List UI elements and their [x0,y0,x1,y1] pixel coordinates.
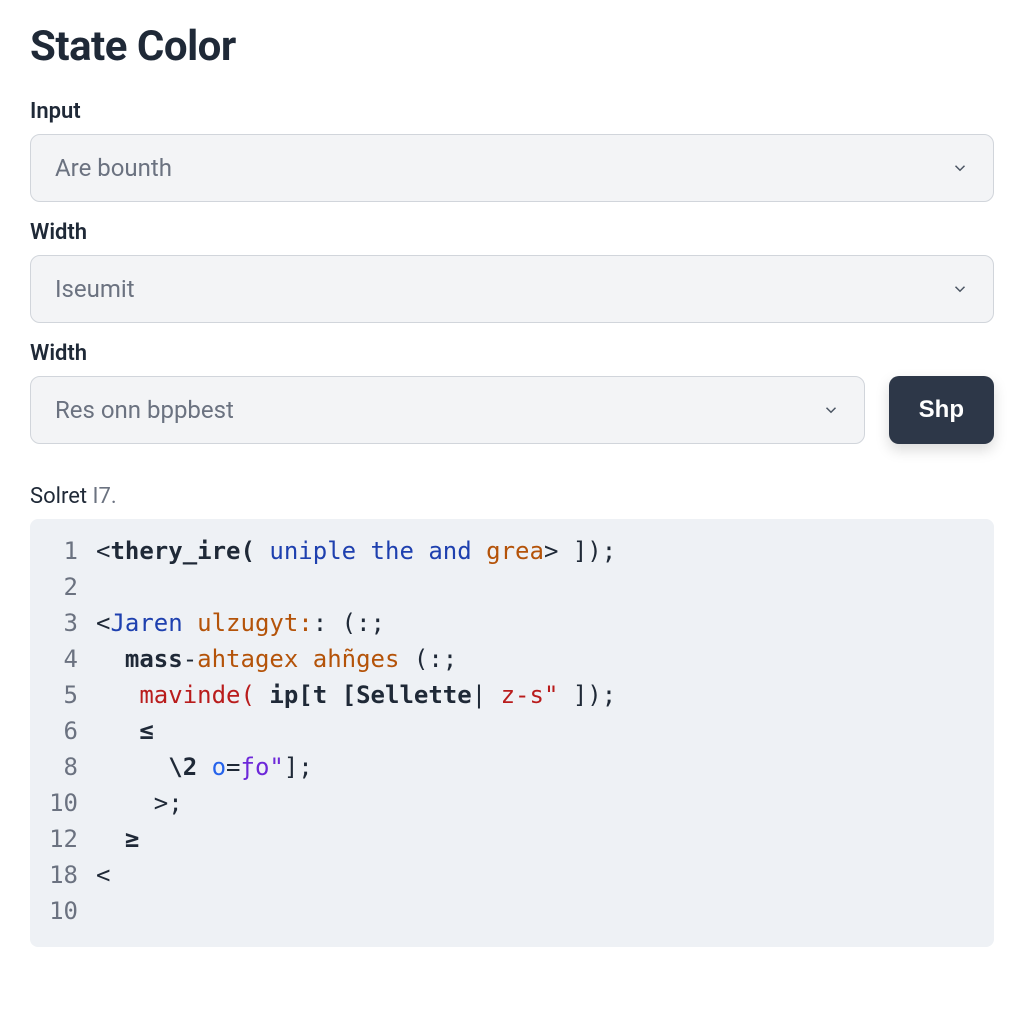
code-line: 2 [48,569,976,605]
chevron-down-icon [951,280,969,298]
code-content: < [96,857,110,893]
code-line: 10 [48,893,976,929]
width2-label: Width [30,341,994,366]
code-line: 6 ≤ [48,713,976,749]
code-content: ≤ [96,713,154,749]
width1-select[interactable]: Iseumit [30,255,994,323]
line-number: 2 [48,569,96,605]
code-content: mavinde( ip[t [Sellette| z-s" ]); [96,677,616,713]
line-number: 4 [48,641,96,677]
width1-label: Width [30,220,994,245]
line-number: 18 [48,857,96,893]
code-line: 18< [48,857,976,893]
code-line: 3<Jaren ulzugyt:: (:; [48,605,976,641]
shp-button[interactable]: Shp [889,376,994,444]
input-label: Input [30,99,994,124]
code-content: <Jaren ulzugyt:: (:; [96,605,385,641]
line-number: 5 [48,677,96,713]
code-content: mass-ahtagex ahñges (:; [96,641,457,677]
line-number: 1 [48,533,96,569]
line-number: 10 [48,893,96,929]
code-content: >; [96,785,183,821]
code-line: 8 \2 o=ƒo"]; [48,749,976,785]
line-number: 8 [48,749,96,785]
line-number: 6 [48,713,96,749]
code-line: 10 >; [48,785,976,821]
code-line: 5 mavinde( ip[t [Sellette| z-s" ]); [48,677,976,713]
line-number: 12 [48,821,96,857]
caption-prefix: Solret [30,484,93,509]
chevron-down-icon [822,401,840,419]
code-content: ≥ [96,821,139,857]
code-caption: Solret I7. [30,484,994,509]
code-content: <thery_ire( uniple the and grea> ]); [96,533,616,569]
caption-suffix: I7. [93,484,117,509]
code-content: \2 o=ƒo"]; [96,749,313,785]
code-line: 4 mass-ahtagex ahñges (:; [48,641,976,677]
width2-select-value: Res onn bppbest [55,396,234,424]
page-title: State Color [30,22,994,71]
line-number: 10 [48,785,96,821]
width1-select-value: Iseumit [55,275,135,303]
width2-select[interactable]: Res onn bppbest [30,376,865,444]
code-line: 12 ≥ [48,821,976,857]
input-select[interactable]: Are bounth [30,134,994,202]
chevron-down-icon [951,159,969,177]
code-block: 1<thery_ire( uniple the and grea> ]);23<… [30,519,994,947]
code-line: 1<thery_ire( uniple the and grea> ]); [48,533,976,569]
input-select-value: Are bounth [55,154,172,182]
line-number: 3 [48,605,96,641]
